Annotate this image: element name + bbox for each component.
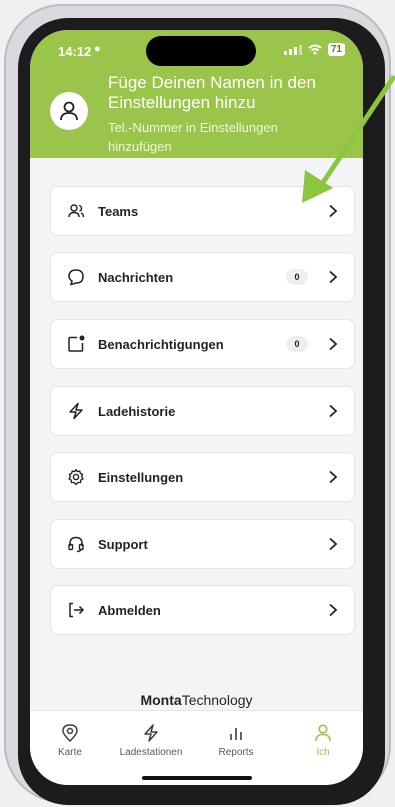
person-icon — [60, 101, 78, 121]
app-screen: 14:12 ● 71 Füge Deinen Namen in den Eins… — [30, 30, 363, 785]
tab-label: Karte — [58, 747, 82, 758]
menu-item-label: Benachrichtigungen — [98, 336, 224, 352]
tab-ich[interactable]: Ich — [283, 723, 363, 758]
menu-item-label: Support — [98, 536, 148, 552]
chevron-right-icon — [329, 270, 338, 284]
signal-icon — [283, 44, 302, 55]
menu-item-nachrichten[interactable]: Nachrichten 0 — [50, 252, 355, 302]
tab-label: Ich — [316, 747, 330, 758]
brand-logo: MontaTechnology — [30, 692, 363, 708]
tab-bar: Karte Ladestationen Reports Ich — [30, 710, 363, 785]
gear-icon — [68, 468, 84, 486]
brand-logo-bold: Monta — [140, 692, 182, 708]
tab-ladestationen[interactable]: Ladestationen — [111, 723, 191, 758]
person-icon — [315, 724, 331, 742]
dynamic-island — [146, 36, 256, 66]
chevron-right-icon — [329, 537, 338, 551]
logout-icon — [69, 602, 85, 618]
menu-item-label: Abmelden — [98, 602, 161, 618]
battery-indicator: 71 — [327, 43, 345, 56]
profile-subtitle: Tel.-Nummer in Einstellungen hinzufügen — [108, 120, 278, 154]
profile-title: Füge Deinen Namen in den Einstellungen h… — [108, 73, 316, 112]
chevron-right-icon — [329, 470, 338, 484]
avatar[interactable] — [50, 92, 88, 130]
home-indicator — [142, 776, 252, 780]
count-badge: 0 — [286, 336, 308, 352]
menu-item-label: Teams — [98, 203, 139, 219]
menu-item-einstellungen[interactable]: Einstellungen — [50, 452, 355, 502]
menu-item-label: Ladehistorie — [98, 403, 176, 419]
chevron-right-icon — [329, 603, 338, 617]
menu-item-benachrichtigungen[interactable]: Benachrichtigungen 0 — [50, 319, 355, 369]
tab-label: Reports — [218, 747, 254, 758]
profile-header[interactable]: 14:12 ● 71 Füge Deinen Namen in den Eins… — [30, 30, 363, 158]
wifi-icon — [308, 44, 322, 55]
chevron-right-icon — [329, 404, 338, 418]
menu-item-support[interactable]: Support — [50, 519, 355, 569]
tab-karte[interactable]: Karte — [30, 723, 110, 758]
chevron-right-icon — [329, 204, 338, 218]
headset-icon — [68, 536, 84, 553]
tab-label: Ladestationen — [119, 747, 183, 758]
menu-item-ladehistorie[interactable]: Ladehistorie — [50, 386, 355, 436]
brand-logo-rest: Technology — [181, 692, 253, 708]
status-time: 14:12 — [58, 44, 92, 59]
count-badge: 0 — [286, 269, 308, 285]
chevron-right-icon — [329, 337, 338, 351]
lightning-icon — [144, 724, 158, 742]
menu-item-abmelden[interactable]: Abmelden — [50, 585, 355, 635]
tab-reports[interactable]: Reports — [196, 723, 276, 758]
people-icon — [68, 204, 85, 218]
chat-bubble-icon — [68, 269, 84, 286]
menu-item-label: Einstellungen — [98, 469, 184, 485]
person-status-icon: ● — [94, 43, 101, 55]
status-icons: 71 — [283, 43, 345, 56]
notification-icon — [68, 335, 85, 352]
bar-chart-icon — [230, 728, 242, 740]
status-bar: 14:12 ● 71 — [30, 30, 363, 70]
lightning-icon — [69, 402, 83, 420]
menu-item-label: Nachrichten — [98, 269, 174, 285]
menu-item-teams[interactable]: Teams — [50, 186, 355, 236]
map-pin-icon — [62, 724, 78, 743]
